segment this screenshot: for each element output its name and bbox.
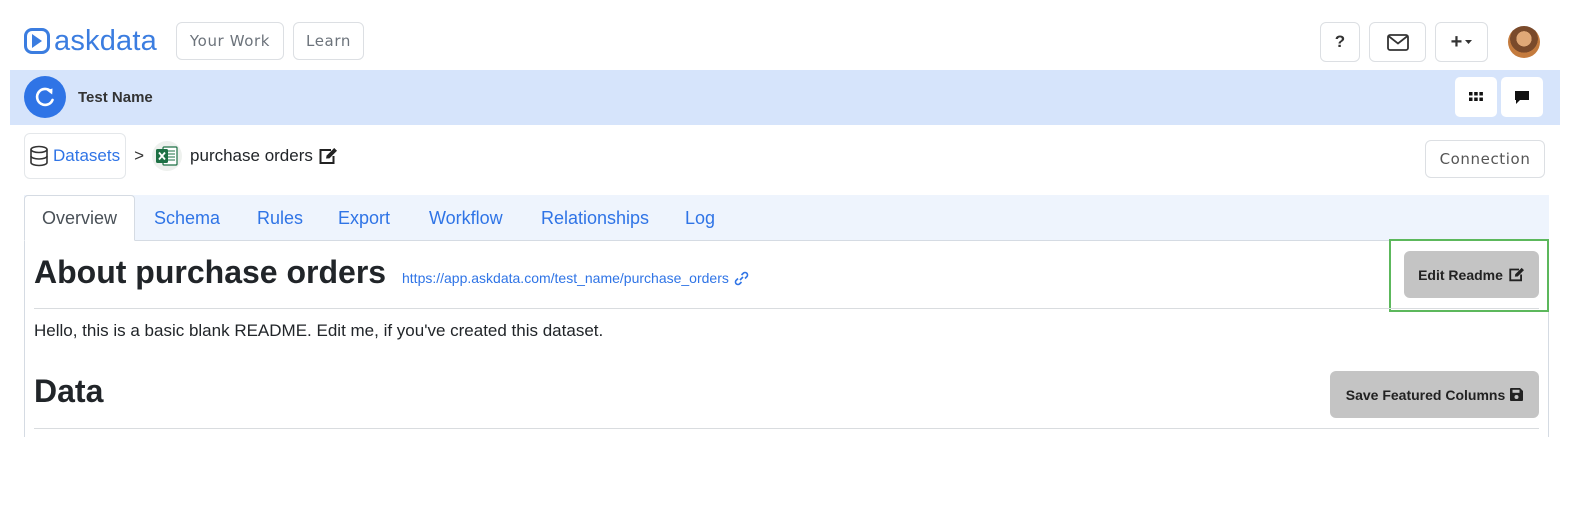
question-icon: ? xyxy=(1334,32,1346,51)
tab-workflow[interactable]: Workflow xyxy=(429,195,503,241)
tab-export[interactable]: Export xyxy=(338,195,390,241)
help-button[interactable]: ? xyxy=(1320,22,1360,62)
about-heading: About purchase orders xyxy=(34,254,387,290)
edit-readme-button[interactable]: Edit Readme xyxy=(1404,251,1539,298)
edit-icon xyxy=(1509,267,1524,282)
about-divider xyxy=(34,308,1539,309)
tab-log[interactable]: Log xyxy=(685,195,715,241)
tab-relationships[interactable]: Relationships xyxy=(541,195,649,241)
save-icon xyxy=(1510,388,1524,401)
edit-name-icon[interactable] xyxy=(318,147,338,165)
logo-text: askdata xyxy=(54,24,157,57)
user-avatar[interactable] xyxy=(1508,26,1540,58)
refresh-icon xyxy=(35,87,54,107)
datasets-breadcrumb-link[interactable]: Datasets xyxy=(24,133,127,179)
comment-icon xyxy=(1515,90,1529,104)
messages-button[interactable] xyxy=(1369,22,1426,62)
excel-icon xyxy=(152,141,183,171)
save-featured-columns-label: Save Featured Columns xyxy=(1345,386,1506,403)
dataset-tabs: Overview Schema Rules Export Workflow Re… xyxy=(24,195,1549,241)
dataset-url: https://app.askdata.com/test_name/purcha… xyxy=(402,270,729,286)
workspace-icon[interactable] xyxy=(24,76,66,118)
breadcrumb-separator: > xyxy=(134,146,145,165)
your-work-button[interactable]: Your Work xyxy=(176,22,284,60)
apps-grid-button[interactable] xyxy=(1455,77,1497,117)
tab-schema[interactable]: Schema xyxy=(154,195,220,241)
save-featured-columns-button[interactable]: Save Featured Columns xyxy=(1330,371,1539,418)
plus-icon: + xyxy=(1450,30,1463,53)
connection-button[interactable]: Connection xyxy=(1425,140,1545,178)
breadcrumb: Datasets > purchase orders xyxy=(24,133,338,179)
askdata-logo[interactable]: askdata xyxy=(24,24,157,58)
envelope-icon xyxy=(1386,33,1409,51)
edit-readme-label: Edit Readme xyxy=(1418,266,1503,283)
tab-rules[interactable]: Rules xyxy=(257,195,303,241)
dataset-name: purchase orders xyxy=(190,146,338,166)
workspace-bar: Test Name xyxy=(10,70,1560,125)
data-divider xyxy=(34,428,1539,429)
readme-text: Hello, this is a basic blank README. Edi… xyxy=(34,321,604,340)
database-icon xyxy=(30,145,48,167)
dataset-name-label: purchase orders xyxy=(190,146,313,165)
dataset-url-link[interactable]: https://app.askdata.com/test_name/purcha… xyxy=(402,270,749,286)
comments-button[interactable] xyxy=(1501,77,1543,117)
logo-icon xyxy=(24,28,50,54)
top-navbar: askdata Your Work Learn ? + xyxy=(0,0,1570,70)
new-menu-button[interactable]: + xyxy=(1435,22,1488,62)
grid-icon xyxy=(1469,92,1483,101)
learn-button[interactable]: Learn xyxy=(293,22,364,60)
workspace-name[interactable]: Test Name xyxy=(78,89,153,106)
tab-overview[interactable]: Overview xyxy=(24,195,136,241)
caret-down-icon xyxy=(1465,39,1473,44)
datasets-link-label: Datasets xyxy=(53,146,121,165)
link-icon xyxy=(734,271,749,285)
data-heading: Data xyxy=(34,373,104,409)
